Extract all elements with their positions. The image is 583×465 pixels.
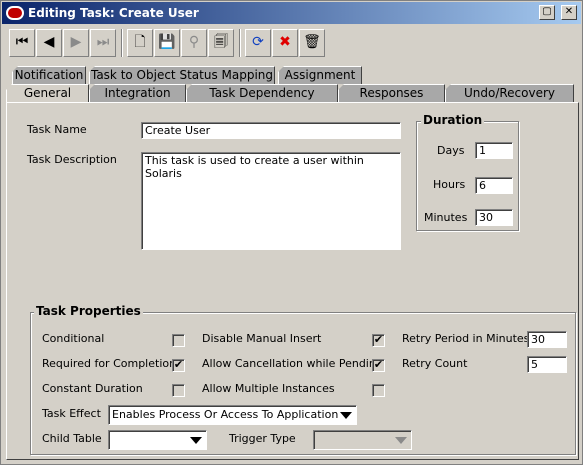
task-description-label: Task Description: [27, 153, 117, 166]
days-label: Days: [437, 144, 465, 157]
editing-task-window: Editing Task: Create User ▢ ✕ ⏮ ◀ ▶ ⏭ 🗋 …: [0, 0, 583, 465]
close-icon[interactable]: ✕: [561, 5, 577, 20]
tab-task-object-status-mapping[interactable]: Task to Object Status Mapping: [89, 66, 275, 84]
allow-multiple-instances-label: Allow Multiple Instances: [202, 382, 335, 395]
maximize-icon[interactable]: ▢: [539, 5, 555, 20]
save-icon: 💾: [158, 34, 176, 50]
refresh-icon: ⟳: [252, 34, 264, 50]
task-name-input[interactable]: Create User: [141, 122, 401, 139]
trash-button[interactable]: 🗑: [299, 29, 325, 57]
window-title: Editing Task: Create User: [28, 6, 199, 20]
task-description-textarea[interactable]: This task is used to create a user withi…: [141, 152, 401, 250]
toolbar-separator: [121, 29, 123, 57]
binoculars-icon: ⚲: [188, 34, 200, 50]
hours-input[interactable]: 6: [475, 177, 513, 194]
task-properties-title: Task Properties: [34, 304, 143, 318]
trash-icon: 🗑: [303, 34, 321, 50]
last-record-icon: ⏭: [96, 34, 110, 50]
child-table-select[interactable]: [108, 430, 207, 450]
first-record-icon: ⏮: [15, 34, 29, 50]
hours-label: Hours: [433, 178, 466, 191]
constant-duration-checkbox[interactable]: [172, 384, 185, 397]
conditional-label: Conditional: [42, 332, 105, 345]
minutes-label: Minutes: [424, 211, 468, 224]
disable-manual-insert-checkbox[interactable]: ✔: [372, 334, 385, 347]
save-button[interactable]: 💾: [154, 29, 180, 57]
minutes-input[interactable]: 30: [475, 209, 513, 226]
tab-general[interactable]: General: [6, 84, 89, 103]
retry-period-input[interactable]: 30: [527, 331, 567, 348]
required-for-completion-label: Required for Completion: [42, 357, 177, 370]
chevron-down-icon: [190, 437, 202, 444]
tab-assignment[interactable]: Assignment: [278, 66, 362, 84]
child-table-label: Child Table: [42, 432, 102, 445]
disable-manual-insert-label: Disable Manual Insert: [202, 332, 322, 345]
conditional-checkbox[interactable]: [172, 334, 185, 347]
allow-cancellation-label: Allow Cancellation while Pending: [202, 357, 383, 370]
trigger-type-select[interactable]: [313, 430, 412, 450]
delete-button[interactable]: ✖: [272, 29, 298, 57]
title-bar: Editing Task: Create User ▢ ✕: [2, 2, 581, 24]
retry-count-input[interactable]: 5: [527, 356, 567, 373]
query-icon: 🗐: [214, 34, 228, 50]
next-record-icon: ▶: [70, 34, 82, 50]
task-name-label: Task Name: [27, 123, 87, 136]
tab-undo-recovery[interactable]: Undo/Recovery: [445, 84, 574, 102]
next-record-button[interactable]: ▶: [63, 29, 89, 57]
allow-cancellation-checkbox[interactable]: ✔: [372, 359, 385, 372]
chevron-down-icon: [395, 437, 407, 444]
required-for-completion-checkbox[interactable]: ✔: [172, 359, 185, 372]
first-record-button[interactable]: ⏮: [9, 29, 35, 57]
last-record-button[interactable]: ⏭: [90, 29, 116, 57]
days-input[interactable]: 1: [475, 142, 513, 159]
constant-duration-label: Constant Duration: [42, 382, 143, 395]
tab-notification[interactable]: Notification: [12, 66, 86, 84]
previous-record-icon: ◀: [43, 34, 55, 50]
find-button[interactable]: ⚲: [181, 29, 207, 57]
duration-title: Duration: [421, 113, 485, 127]
task-effect-select[interactable]: Enables Process Or Access To Application: [108, 405, 357, 425]
trigger-type-label: Trigger Type: [229, 432, 296, 445]
task-effect-label: Task Effect: [42, 407, 101, 420]
retry-period-label: Retry Period in Minutes: [402, 332, 530, 345]
delete-x-icon: ✖: [279, 34, 291, 50]
chevron-down-icon: [340, 412, 352, 419]
retry-count-label: Retry Count: [402, 357, 468, 370]
refresh-button[interactable]: ⟳: [245, 29, 271, 57]
tab-integration[interactable]: Integration: [89, 84, 186, 102]
tab-task-dependency[interactable]: Task Dependency: [186, 84, 338, 102]
task-effect-value: Enables Process Or Access To Application: [112, 408, 339, 421]
new-document-icon: 🗋: [134, 34, 146, 50]
toolbar-separator: [239, 29, 241, 57]
allow-multiple-instances-checkbox[interactable]: [372, 384, 385, 397]
query-button[interactable]: 🗐: [208, 29, 234, 57]
new-button[interactable]: 🗋: [127, 29, 153, 57]
previous-record-button[interactable]: ◀: [36, 29, 62, 57]
oracle-logo-icon: [6, 6, 24, 20]
tab-responses[interactable]: Responses: [338, 84, 445, 102]
